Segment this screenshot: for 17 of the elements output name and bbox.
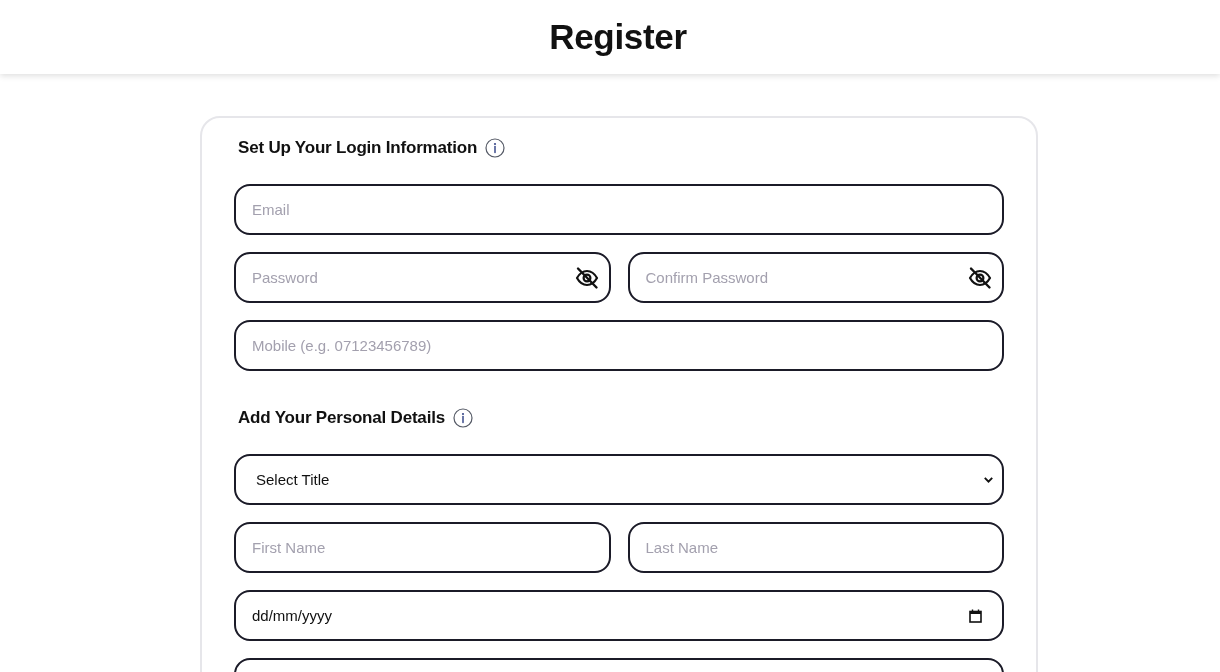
info-icon[interactable] bbox=[452, 408, 473, 428]
input-field[interactable]: Email bbox=[234, 184, 1004, 235]
calendar-icon[interactable] bbox=[969, 608, 982, 623]
section-heading: Add Your Personal Details bbox=[238, 408, 445, 428]
title-select[interactable]: Select Title bbox=[234, 454, 1004, 505]
date-field[interactable]: dd/mm/yyyy bbox=[234, 590, 1004, 641]
password-field[interactable]: Confirm Password bbox=[627, 252, 1004, 303]
password-field[interactable]: Password bbox=[234, 252, 611, 303]
input-field[interactable]: Mobile (e.g. 07123456789) bbox=[234, 320, 1004, 371]
eye-slash-icon[interactable] bbox=[968, 266, 992, 290]
chevron-down-icon bbox=[984, 476, 993, 483]
info-icon[interactable] bbox=[485, 138, 506, 158]
section-heading: Set Up Your Login Information bbox=[238, 138, 478, 158]
eye-slash-icon[interactable] bbox=[574, 266, 599, 290]
page-title: Register bbox=[549, 17, 687, 57]
input-field[interactable]: First Name bbox=[234, 522, 611, 573]
input-field[interactable]: Last Name bbox=[627, 522, 1004, 573]
